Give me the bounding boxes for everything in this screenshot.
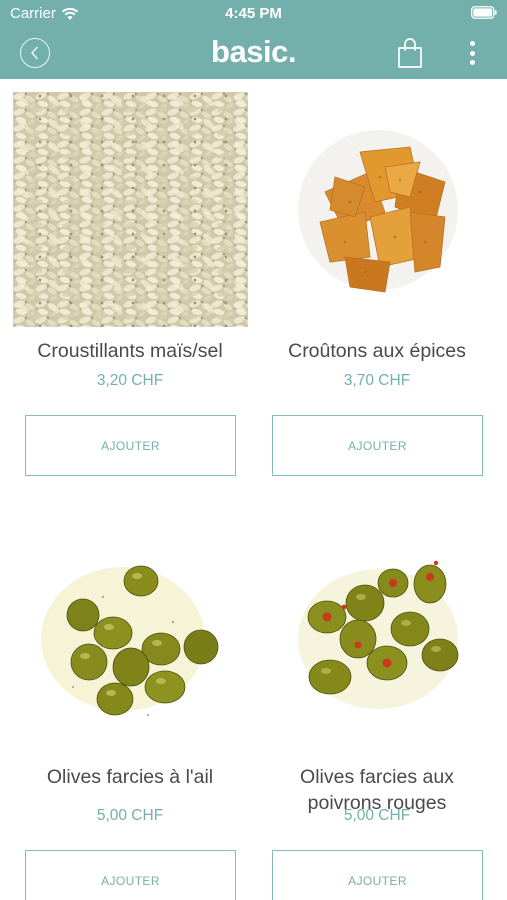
battery-icon	[471, 6, 497, 19]
product-price: 5,00 CHF	[96, 807, 164, 824]
product-price: 3,70 CHF	[343, 372, 411, 389]
product-card[interactable]: Olives farcies aux poivrons rouges 5,00 …	[247, 514, 495, 900]
product-grid: Croustillants maïs/sel 3,20 CHF AJOUTER	[0, 79, 507, 900]
product-image-corn-puffs[interactable]	[13, 92, 248, 327]
dot-icon	[469, 50, 475, 56]
product-card[interactable]: Croûtons aux épices 3,70 CHF AJOUTER	[247, 79, 495, 489]
product-image-pepper-olives[interactable]	[260, 527, 495, 762]
product-price: 3,20 CHF	[96, 372, 164, 389]
add-to-cart-button[interactable]: AJOUTER	[272, 415, 483, 476]
product-name: Olives farcies à l'ail	[46, 766, 214, 788]
app-header: Carrier 4:45 PM basic.	[0, 0, 507, 79]
product-card[interactable]: Olives farcies à l'ail 5,00 CHF AJOUTER	[0, 514, 248, 900]
status-bar: Carrier 4:45 PM	[0, 0, 507, 28]
shopping-bag-icon[interactable]	[396, 37, 424, 69]
product-name-line: Olives farcies aux	[300, 766, 454, 788]
product-image-garlic-olives[interactable]	[13, 527, 248, 762]
nav-bar: basic.	[0, 28, 507, 79]
product-name: Croûtons aux épices	[288, 340, 466, 362]
product-price: 5,00 CHF	[343, 807, 411, 824]
dot-icon	[469, 41, 475, 46]
add-to-cart-button[interactable]: AJOUTER	[272, 850, 483, 900]
add-to-cart-button[interactable]: AJOUTER	[25, 850, 236, 900]
product-card[interactable]: Croustillants maïs/sel 3,20 CHF AJOUTER	[0, 79, 248, 489]
clock: 4:45 PM	[225, 5, 282, 22]
brand-logo: basic.	[211, 34, 296, 69]
add-to-cart-button[interactable]: AJOUTER	[25, 415, 236, 476]
dot-icon	[469, 60, 475, 65]
product-name: Croustillants maïs/sel	[37, 340, 223, 362]
more-menu-button[interactable]	[462, 39, 482, 67]
product-image-spiced-croutons[interactable]	[260, 92, 495, 327]
